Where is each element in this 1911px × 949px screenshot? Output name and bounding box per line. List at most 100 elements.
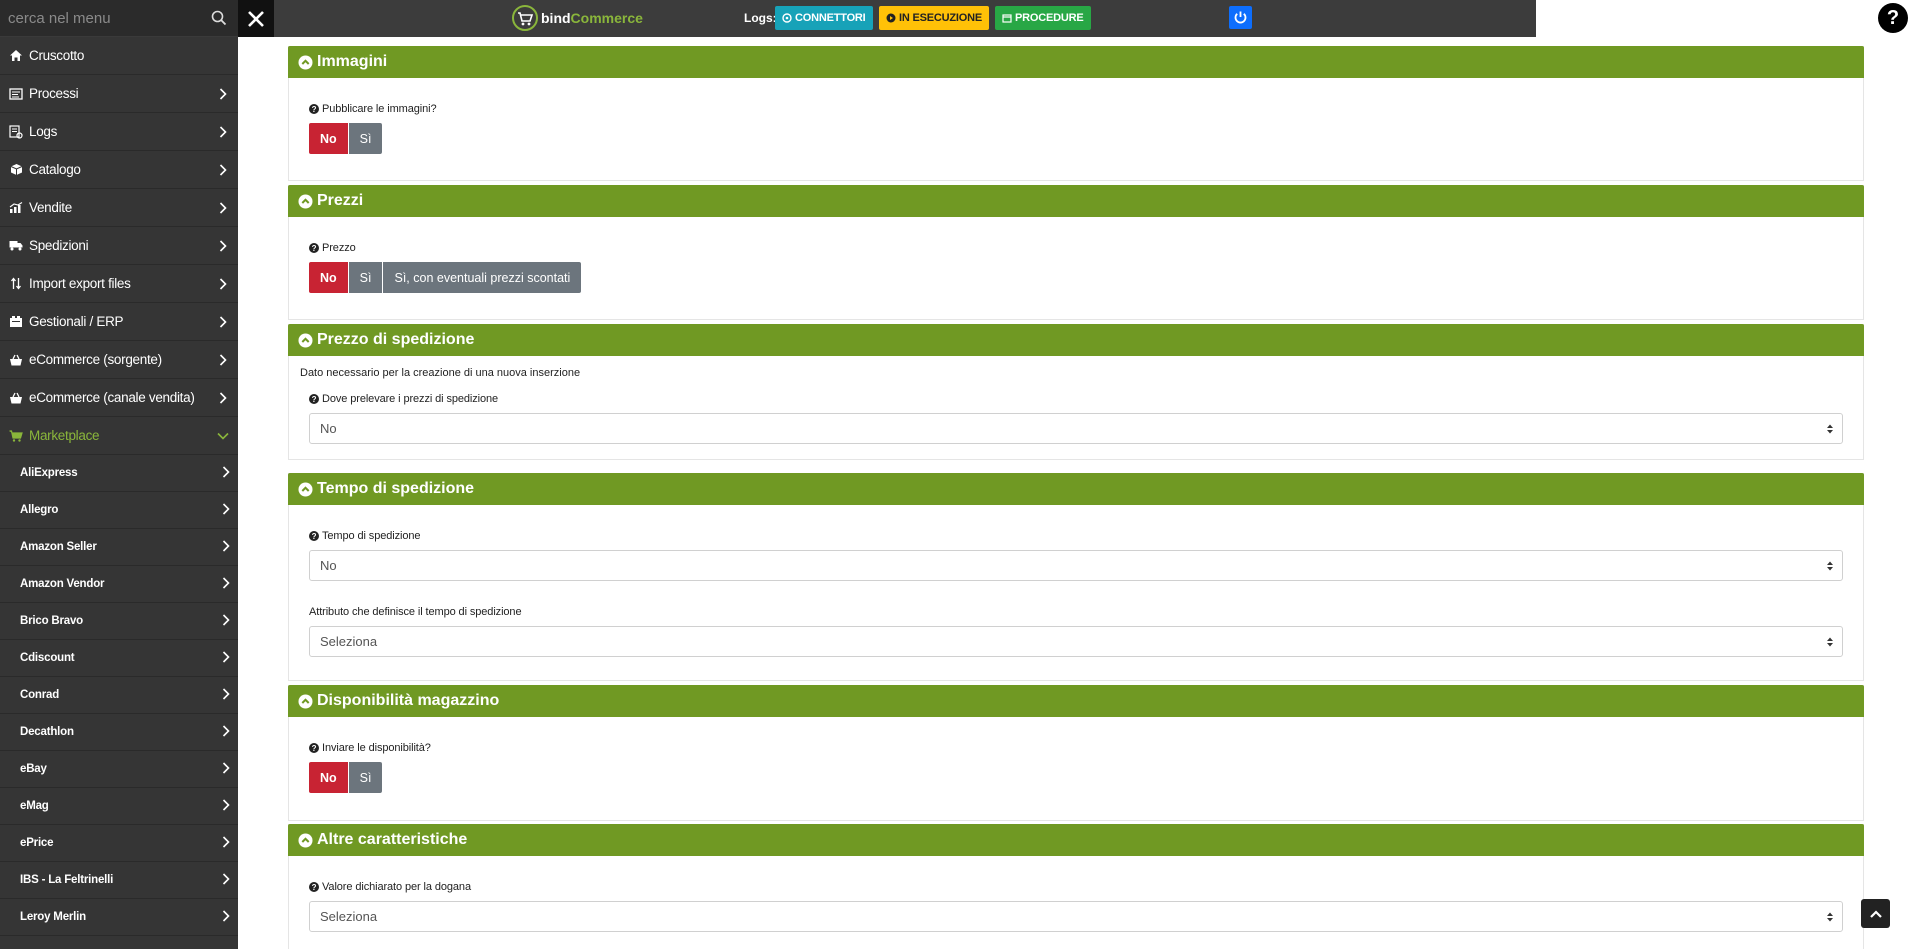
panel-header-tempo-spedizione[interactable]: Tempo di spedizione <box>288 473 1864 505</box>
connettori-button[interactable]: CONNETTORI <box>775 6 873 30</box>
chevron-right-icon <box>222 761 230 777</box>
sidebar-item-ecommerce-canale[interactable]: eCommerce (canale vendita) <box>0 379 238 417</box>
chevron-right-icon <box>222 687 230 703</box>
prezzo-scontati-button[interactable]: Sì, con eventuali prezzi scontati <box>383 262 582 293</box>
chevron-right-icon <box>222 835 230 851</box>
panel-header-immagini[interactable]: Immagini <box>288 46 1864 78</box>
chevron-right-icon <box>222 724 230 740</box>
panel-body-immagini: ? Pubblicare le immagini? No Sì <box>289 78 1863 168</box>
chevron-right-icon <box>216 201 230 215</box>
cart-logo-icon <box>512 5 538 31</box>
sidebar-subitem-cdiscount[interactable]: Cdiscount <box>0 640 238 677</box>
panel-prezzi: Prezzi ? Prezzo No Sì Sì, con eventuali … <box>288 185 1864 320</box>
prezzo-si-button[interactable]: Sì <box>348 262 384 293</box>
sidebar-subitem-aliexpress[interactable]: AliExpress <box>0 455 238 492</box>
sidebar-subitem-eprice[interactable]: ePrice <box>0 825 238 862</box>
procedure-label: PROCEDURE <box>1015 12 1084 24</box>
sidebar-subitem-brico-bravo[interactable]: Brico Bravo <box>0 603 238 640</box>
select-arrows-icon <box>1827 561 1833 571</box>
panel-disponibilita: Disponibilità magazzino ? Inviare le dis… <box>288 685 1864 821</box>
procedure-button[interactable]: PROCEDURE <box>995 6 1091 30</box>
valore-dogana-select[interactable]: Seleziona <box>309 901 1843 932</box>
sidebar: Cruscotto Processi Logs Catalogo Vendite… <box>0 37 238 949</box>
question-circle-icon: ? <box>309 743 319 753</box>
sales-icon <box>8 200 24 216</box>
chevron-up-circle-icon <box>298 55 313 69</box>
panel-header-prezzo-spedizione[interactable]: Prezzo di spedizione <box>288 324 1864 356</box>
cart-icon <box>8 428 24 444</box>
prezzi-spedizione-select[interactable]: No <box>309 413 1843 444</box>
sidebar-subitem-amazon-vendor[interactable]: Amazon Vendor <box>0 566 238 603</box>
back-to-top-button[interactable] <box>1861 899 1890 928</box>
select-value: No <box>320 421 337 436</box>
sidebar-item-processi[interactable]: Processi <box>0 75 238 113</box>
sidebar-item-label: Catalogo <box>29 162 81 177</box>
chevron-up-circle-icon <box>298 333 313 347</box>
immagini-si-button[interactable]: Sì <box>348 123 383 154</box>
chevron-right-icon <box>222 539 230 555</box>
sidebar-subitem-ebay[interactable]: eBay <box>0 751 238 788</box>
chevron-right-icon <box>222 650 230 666</box>
disponibilita-si-button[interactable]: Sì <box>348 762 383 793</box>
sidebar-subitem-leroy-merlin[interactable]: Leroy Merlin <box>0 899 238 936</box>
calendar-icon <box>1002 14 1012 23</box>
sidebar-item-ecommerce-sorgente[interactable]: eCommerce (sorgente) <box>0 341 238 379</box>
sidebar-item-logs[interactable]: Logs <box>0 113 238 151</box>
close-icon <box>248 10 264 27</box>
sidebar-subitem-amazon-seller[interactable]: Amazon Seller <box>0 529 238 566</box>
sidebar-item-label: Gestionali / ERP <box>29 314 124 329</box>
sidebar-subitem-ibs-feltrinelli[interactable]: IBS - La Feltrinelli <box>0 862 238 899</box>
sidebar-item-gestionali-erp[interactable]: Gestionali / ERP <box>0 303 238 341</box>
sidebar-item-spedizioni[interactable]: Spedizioni <box>0 227 238 265</box>
field-label-tempo-spedizione: ? Tempo di spedizione <box>309 530 1843 542</box>
field-label-valore-dogana: ? Valore dichiarato per la dogana <box>309 881 1843 893</box>
panel-prezzo-spedizione: Prezzo di spedizione Dato necessario per… <box>288 324 1864 460</box>
sidebar-subitem-conrad[interactable]: Conrad <box>0 677 238 714</box>
sidebar-item-vendite[interactable]: Vendite <box>0 189 238 227</box>
catalog-icon <box>8 162 24 178</box>
prezzo-no-button[interactable]: No <box>309 262 349 293</box>
panel-header-disponibilita[interactable]: Disponibilità magazzino <box>288 685 1864 717</box>
field-label-text: Tempo di spedizione <box>322 530 421 542</box>
bindcommerce-logo[interactable]: bind Commerce <box>512 5 643 31</box>
panel-header-altre-caratteristiche[interactable]: Altre caratteristiche <box>288 824 1864 856</box>
disponibilita-no-button[interactable]: No <box>309 762 349 793</box>
chevron-right-icon <box>216 163 230 177</box>
logout-button[interactable] <box>1229 6 1252 29</box>
panel-header-prezzi[interactable]: Prezzi <box>288 185 1864 217</box>
in-esecuzione-button[interactable]: IN ESECUZIONE <box>879 6 989 30</box>
question-circle-icon: ? <box>309 531 319 541</box>
immagini-no-button[interactable]: No <box>309 123 349 154</box>
sidebar-item-label: Logs <box>29 124 58 139</box>
chevron-right-icon <box>222 576 230 592</box>
sidebar-item-catalogo[interactable]: Catalogo <box>0 151 238 189</box>
sidebar-subitem-label: eMag <box>20 800 49 812</box>
toggle-group-prezzo: No Sì Sì, con eventuali prezzi scontati <box>309 262 1843 293</box>
sidebar-subitem-label: Cdiscount <box>20 652 75 664</box>
chevron-up-circle-icon <box>298 833 313 847</box>
close-menu-button[interactable] <box>238 0 274 37</box>
field-label-text: Valore dichiarato per la dogana <box>322 881 471 893</box>
help-button[interactable]: ? <box>1878 3 1908 33</box>
panel-immagini: Immagini ? Pubblicare le immagini? No Sì <box>288 46 1864 181</box>
field-label-prezzo: ? Prezzo <box>309 242 1843 254</box>
chevron-up-icon <box>1869 909 1882 918</box>
select-arrows-icon <box>1827 424 1833 434</box>
menu-search-input[interactable] <box>8 9 208 27</box>
chevron-up-circle-icon <box>298 694 313 708</box>
sidebar-item-cruscotto[interactable]: Cruscotto <box>0 37 238 75</box>
panel-title: Immagini <box>317 53 388 70</box>
chevron-right-icon <box>222 613 230 629</box>
attributo-tempo-select[interactable]: Seleziona <box>309 626 1843 657</box>
sidebar-subitem-decathlon[interactable]: Decathlon <box>0 714 238 751</box>
tempo-spedizione-select[interactable]: No <box>309 550 1843 581</box>
search-icon[interactable] <box>208 7 230 29</box>
sidebar-subitem-label: Brico Bravo <box>20 615 83 627</box>
sidebar-item-marketplace[interactable]: Marketplace <box>0 417 238 455</box>
sidebar-subitem-allegro[interactable]: Allegro <box>0 492 238 529</box>
sidebar-subitem-emag[interactable]: eMag <box>0 788 238 825</box>
field-label-text: Prezzo <box>322 242 356 254</box>
sidebar-item-import-export[interactable]: Import export files <box>0 265 238 303</box>
logo-text-bind: bind <box>541 10 571 26</box>
truck-icon <box>8 238 24 254</box>
